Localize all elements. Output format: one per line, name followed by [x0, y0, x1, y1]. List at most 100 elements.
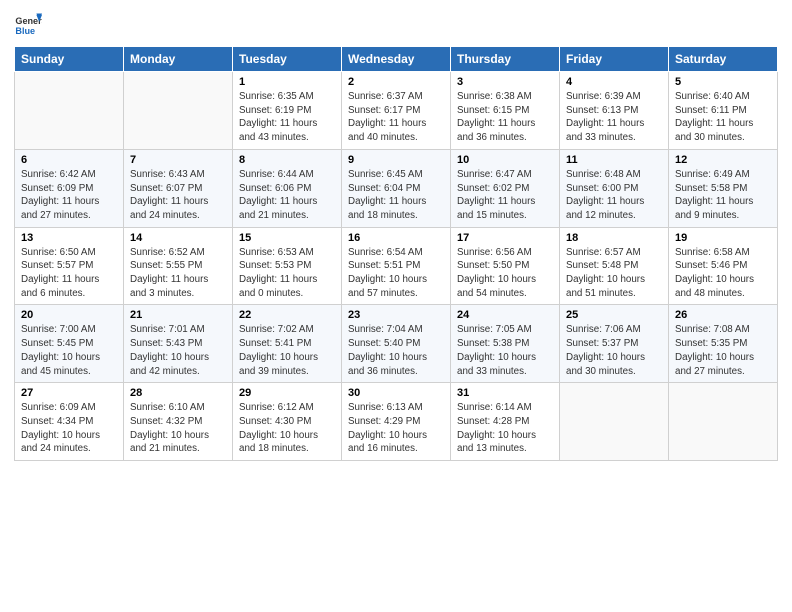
day-info: Sunrise: 6:56 AM Sunset: 5:50 PM Dayligh… [457, 246, 553, 301]
day-info: Sunrise: 6:14 AM Sunset: 4:28 PM Dayligh… [457, 401, 553, 456]
day-number: 29 [239, 387, 335, 399]
day-header-tuesday: Tuesday [233, 47, 342, 72]
day-number: 15 [239, 232, 335, 244]
day-number: 27 [21, 387, 117, 399]
day-header-sunday: Sunday [15, 47, 124, 72]
day-info: Sunrise: 6:49 AM Sunset: 5:58 PM Dayligh… [675, 168, 771, 223]
day-info: Sunrise: 6:13 AM Sunset: 4:29 PM Dayligh… [348, 401, 444, 456]
calendar-week-5: 27Sunrise: 6:09 AM Sunset: 4:34 PM Dayli… [15, 383, 778, 461]
day-number: 25 [566, 309, 662, 321]
day-number: 28 [130, 387, 226, 399]
day-number: 20 [21, 309, 117, 321]
day-number: 18 [566, 232, 662, 244]
day-info: Sunrise: 6:58 AM Sunset: 5:46 PM Dayligh… [675, 246, 771, 301]
day-info: Sunrise: 6:37 AM Sunset: 6:17 PM Dayligh… [348, 90, 444, 145]
day-number: 11 [566, 154, 662, 166]
calendar-cell: 15 Sunrise: 6:53 AM Sunset: 5:53 PM Dayli… [233, 227, 342, 305]
day-info: Sunrise: 7:01 AM Sunset: 5:43 PM Dayligh… [130, 323, 226, 378]
day-number: 6 [21, 154, 117, 166]
calendar-cell: 28 Sunrise: 6:10 AM Sunset: 4:32 PM Dayli… [124, 383, 233, 461]
day-number: 26 [675, 309, 771, 321]
day-header-monday: Monday [124, 47, 233, 72]
header: General Blue [14, 10, 778, 38]
day-info: Sunrise: 6:45 AM Sunset: 6:04 PM Dayligh… [348, 168, 444, 223]
day-info: Sunrise: 6:47 AM Sunset: 6:02 PM Dayligh… [457, 168, 553, 223]
day-info: Sunrise: 6:57 AM Sunset: 5:48 PM Dayligh… [566, 246, 662, 301]
day-number: 8 [239, 154, 335, 166]
main-container: General Blue SundayMondayTuesdayWednesda… [0, 0, 792, 471]
day-number: 14 [130, 232, 226, 244]
day-header-thursday: Thursday [451, 47, 560, 72]
day-number: 22 [239, 309, 335, 321]
logo: General Blue [14, 10, 46, 38]
calendar-cell: 14 Sunrise: 6:52 AM Sunset: 5:55 PM Dayli… [124, 227, 233, 305]
day-info: Sunrise: 6:53 AM Sunset: 5:53 PM Dayligh… [239, 246, 335, 301]
day-info: Sunrise: 7:04 AM Sunset: 5:40 PM Dayligh… [348, 323, 444, 378]
day-info: Sunrise: 6:10 AM Sunset: 4:32 PM Dayligh… [130, 401, 226, 456]
day-number: 21 [130, 309, 226, 321]
calendar-cell [560, 383, 669, 461]
day-number: 4 [566, 76, 662, 88]
day-number: 13 [21, 232, 117, 244]
calendar-cell: 9 Sunrise: 6:45 AM Sunset: 6:04 PM Daylig… [342, 149, 451, 227]
calendar-cell: 3Sunrise: 6:38 AM Sunset: 6:15 PM Daylig… [451, 72, 560, 150]
calendar-week-2: 6 Sunrise: 6:42 AM Sunset: 6:09 PM Daylig… [15, 149, 778, 227]
calendar-cell: 23 Sunrise: 7:04 AM Sunset: 5:40 PM Dayli… [342, 305, 451, 383]
day-info: Sunrise: 6:50 AM Sunset: 5:57 PM Dayligh… [21, 246, 117, 301]
calendar-cell: 2 Sunrise: 6:37 AM Sunset: 6:17 PM Daylig… [342, 72, 451, 150]
logo-icon: General Blue [14, 10, 42, 38]
calendar-cell: 26 Sunrise: 7:08 AM Sunset: 5:35 PM Dayli… [669, 305, 778, 383]
calendar-cell: 30 Sunrise: 6:13 AM Sunset: 4:29 PM Dayli… [342, 383, 451, 461]
calendar-cell: 29 Sunrise: 6:12 AM Sunset: 4:30 PM Dayli… [233, 383, 342, 461]
day-info: Sunrise: 6:39 AM Sunset: 6:13 PM Dayligh… [566, 90, 662, 145]
day-header-wednesday: Wednesday [342, 47, 451, 72]
calendar-cell: 19 Sunrise: 6:58 AM Sunset: 5:46 PM Dayli… [669, 227, 778, 305]
calendar-cell: 4 Sunrise: 6:39 AM Sunset: 6:13 PM Daylig… [560, 72, 669, 150]
calendar-cell: 11Sunrise: 6:48 AM Sunset: 6:00 PM Dayli… [560, 149, 669, 227]
calendar-cell: 22 Sunrise: 7:02 AM Sunset: 5:41 PM Dayli… [233, 305, 342, 383]
svg-text:Blue: Blue [15, 26, 35, 36]
day-info: Sunrise: 6:40 AM Sunset: 6:11 PM Dayligh… [675, 90, 771, 145]
day-info: Sunrise: 7:08 AM Sunset: 5:35 PM Dayligh… [675, 323, 771, 378]
calendar-table: SundayMondayTuesdayWednesdayThursdayFrid… [14, 46, 778, 461]
calendar-cell: 25 Sunrise: 7:06 AM Sunset: 5:37 PM Dayli… [560, 305, 669, 383]
calendar-cell: 20Sunrise: 7:00 AM Sunset: 5:45 PM Dayli… [15, 305, 124, 383]
calendar-cell: 17 Sunrise: 6:56 AM Sunset: 5:50 PM Dayli… [451, 227, 560, 305]
day-number: 9 [348, 154, 444, 166]
calendar-cell: 13 Sunrise: 6:50 AM Sunset: 5:57 PM Dayli… [15, 227, 124, 305]
calendar-cell [124, 72, 233, 150]
calendar-week-4: 20Sunrise: 7:00 AM Sunset: 5:45 PM Dayli… [15, 305, 778, 383]
day-info: Sunrise: 7:02 AM Sunset: 5:41 PM Dayligh… [239, 323, 335, 378]
day-number: 23 [348, 309, 444, 321]
header-row: SundayMondayTuesdayWednesdayThursdayFrid… [15, 47, 778, 72]
calendar-cell: 31 Sunrise: 6:14 AM Sunset: 4:28 PM Dayli… [451, 383, 560, 461]
day-info: Sunrise: 6:42 AM Sunset: 6:09 PM Dayligh… [21, 168, 117, 223]
day-number: 7 [130, 154, 226, 166]
day-info: Sunrise: 6:35 AM Sunset: 6:19 PM Dayligh… [239, 90, 335, 145]
calendar-cell: 8Sunrise: 6:44 AM Sunset: 6:06 PM Daylig… [233, 149, 342, 227]
day-info: Sunrise: 6:12 AM Sunset: 4:30 PM Dayligh… [239, 401, 335, 456]
calendar-cell: 24Sunrise: 7:05 AM Sunset: 5:38 PM Dayli… [451, 305, 560, 383]
day-number: 12 [675, 154, 771, 166]
calendar-cell: 21 Sunrise: 7:01 AM Sunset: 5:43 PM Dayli… [124, 305, 233, 383]
day-number: 2 [348, 76, 444, 88]
day-info: Sunrise: 7:06 AM Sunset: 5:37 PM Dayligh… [566, 323, 662, 378]
day-info: Sunrise: 6:52 AM Sunset: 5:55 PM Dayligh… [130, 246, 226, 301]
calendar-cell [669, 383, 778, 461]
day-number: 30 [348, 387, 444, 399]
calendar-cell [15, 72, 124, 150]
day-number: 19 [675, 232, 771, 244]
calendar-cell: 7Sunrise: 6:43 AM Sunset: 6:07 PM Daylig… [124, 149, 233, 227]
day-number: 17 [457, 232, 553, 244]
calendar-week-3: 13 Sunrise: 6:50 AM Sunset: 5:57 PM Dayli… [15, 227, 778, 305]
day-header-friday: Friday [560, 47, 669, 72]
calendar-cell: 6 Sunrise: 6:42 AM Sunset: 6:09 PM Daylig… [15, 149, 124, 227]
day-number: 31 [457, 387, 553, 399]
calendar-cell: 5Sunrise: 6:40 AM Sunset: 6:11 PM Daylig… [669, 72, 778, 150]
calendar-cell: 12 Sunrise: 6:49 AM Sunset: 5:58 PM Dayli… [669, 149, 778, 227]
calendar-cell: 18 Sunrise: 6:57 AM Sunset: 5:48 PM Dayli… [560, 227, 669, 305]
day-info: Sunrise: 6:38 AM Sunset: 6:15 PM Dayligh… [457, 90, 553, 145]
calendar-cell: 16Sunrise: 6:54 AM Sunset: 5:51 PM Dayli… [342, 227, 451, 305]
day-info: Sunrise: 6:54 AM Sunset: 5:51 PM Dayligh… [348, 246, 444, 301]
calendar-cell: 27Sunrise: 6:09 AM Sunset: 4:34 PM Dayli… [15, 383, 124, 461]
